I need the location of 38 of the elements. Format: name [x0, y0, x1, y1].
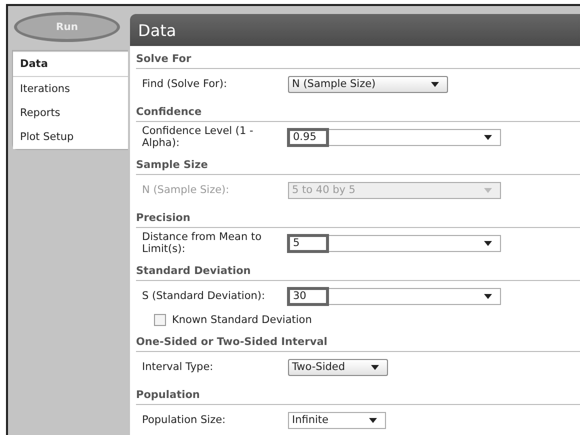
- field-value: 5: [290, 236, 326, 250]
- field-value: 5 to 40 by 5: [291, 184, 356, 196]
- field-value: Two-Sided: [291, 360, 346, 374]
- field-value: Infinite: [291, 414, 330, 426]
- caret-icon: [484, 134, 492, 140]
- field-value: 30: [290, 290, 326, 302]
- field-label: Distance from Mean to Limit(s):: [142, 231, 263, 255]
- dropdown-field[interactable]: 5: [288, 234, 501, 252]
- section-heading: Sample Size: [136, 152, 580, 175]
- field-label: Interval Type:: [142, 361, 214, 373]
- section-heading: Precision: [136, 205, 580, 228]
- field-label: Population Size:: [142, 414, 227, 426]
- caret-icon: [484, 240, 492, 246]
- section-heading: Confidence: [136, 99, 580, 122]
- dropdown-field[interactable]: 0.95: [288, 128, 501, 146]
- dropdown-field[interactable]: Two-Sided: [288, 358, 388, 376]
- panel-title: Data: [138, 20, 176, 40]
- field-value: N (Sample Size): [291, 78, 377, 90]
- section-heading: Population: [136, 382, 580, 405]
- field-label: N (Sample Size):: [142, 184, 230, 196]
- dropdown-field[interactable]: Infinite: [288, 412, 386, 428]
- dropdown-field[interactable]: N (Sample Size): [288, 76, 448, 92]
- sidebar-tab[interactable]: Data: [13, 51, 128, 77]
- section-heading: Solve For: [136, 46, 580, 69]
- field-label: Find (Solve For):: [142, 78, 228, 90]
- caret-icon: [431, 82, 439, 86]
- caret-icon: [484, 294, 492, 298]
- field-label: S (Standard Deviation):: [142, 290, 266, 302]
- section-heading: Standard Deviation: [136, 258, 580, 281]
- checkbox[interactable]: [154, 314, 166, 326]
- caret-icon: [371, 364, 379, 370]
- dropdown-field[interactable]: 30: [288, 288, 501, 304]
- checkbox-label: Known Standard Deviation: [172, 314, 312, 326]
- field-value: 0.95: [290, 130, 326, 144]
- section-heading: One-Sided or Two-Sided Interval: [136, 329, 580, 352]
- caret-icon: [369, 418, 377, 422]
- caret-icon: [484, 188, 492, 192]
- field-label: Confidence Level (1 - Alpha):: [142, 125, 254, 149]
